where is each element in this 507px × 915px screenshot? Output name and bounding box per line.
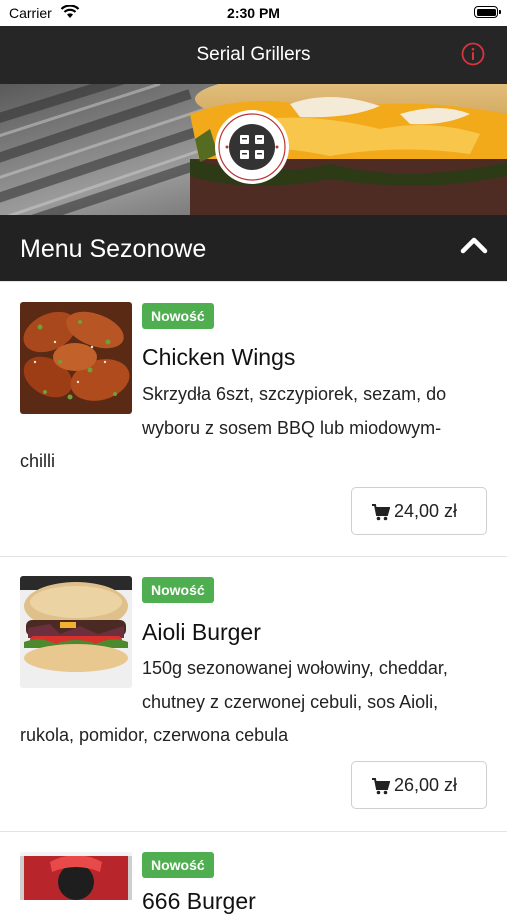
item-price: 26,00 zł bbox=[394, 775, 458, 795]
item-name: Aioli Burger bbox=[142, 619, 261, 645]
new-badge: Nowość bbox=[142, 303, 214, 329]
item-description-line: Skrzydła 6szt, szczypiorek, sezam, do bbox=[142, 384, 447, 404]
item-description-line: chutney z czerwonej cebuli, sos Aioli, bbox=[142, 692, 439, 712]
info-circle-icon[interactable] bbox=[461, 42, 485, 66]
item-name: Chicken Wings bbox=[142, 344, 296, 370]
divider bbox=[0, 281, 507, 282]
item-image-666-burger[interactable] bbox=[20, 852, 132, 900]
cart-icon bbox=[372, 778, 390, 795]
new-badge: Nowość bbox=[142, 852, 214, 878]
section-header[interactable]: Menu Sezonowe bbox=[0, 215, 507, 281]
status-time: 2:30 PM bbox=[227, 5, 280, 21]
item-price: 24,00 zł bbox=[394, 501, 458, 521]
divider bbox=[0, 831, 507, 832]
status-bar: Carrier 2:30 PM bbox=[0, 0, 507, 26]
serial-grillers-logo bbox=[215, 110, 289, 184]
item-image-chicken-wings[interactable] bbox=[20, 302, 132, 414]
item-description-line: rukola, pomidor, czerwona cebula bbox=[20, 725, 289, 745]
add-to-cart-button[interactable]: 26,00 zł bbox=[351, 761, 487, 809]
cart-icon bbox=[372, 504, 390, 521]
item-description-line: chilli bbox=[20, 451, 56, 471]
navbar: Serial Grillers bbox=[0, 26, 507, 84]
battery-icon bbox=[474, 6, 501, 18]
section-title: Menu Sezonowe bbox=[20, 235, 207, 263]
divider bbox=[0, 556, 507, 557]
add-to-cart-button[interactable]: 24,00 zł bbox=[351, 487, 487, 535]
item-description-line: wyboru z sosem BBQ lub miodowym- bbox=[142, 418, 442, 438]
item-image-aioli-burger[interactable] bbox=[20, 576, 132, 688]
item-name: 666 Burger bbox=[142, 888, 256, 914]
chevron-up-icon[interactable] bbox=[459, 235, 489, 255]
new-badge: Nowość bbox=[142, 577, 214, 603]
item-description-line: 150g sezonowanej wołowiny, cheddar, bbox=[142, 658, 448, 678]
nav-title: Serial Grillers bbox=[196, 44, 311, 65]
